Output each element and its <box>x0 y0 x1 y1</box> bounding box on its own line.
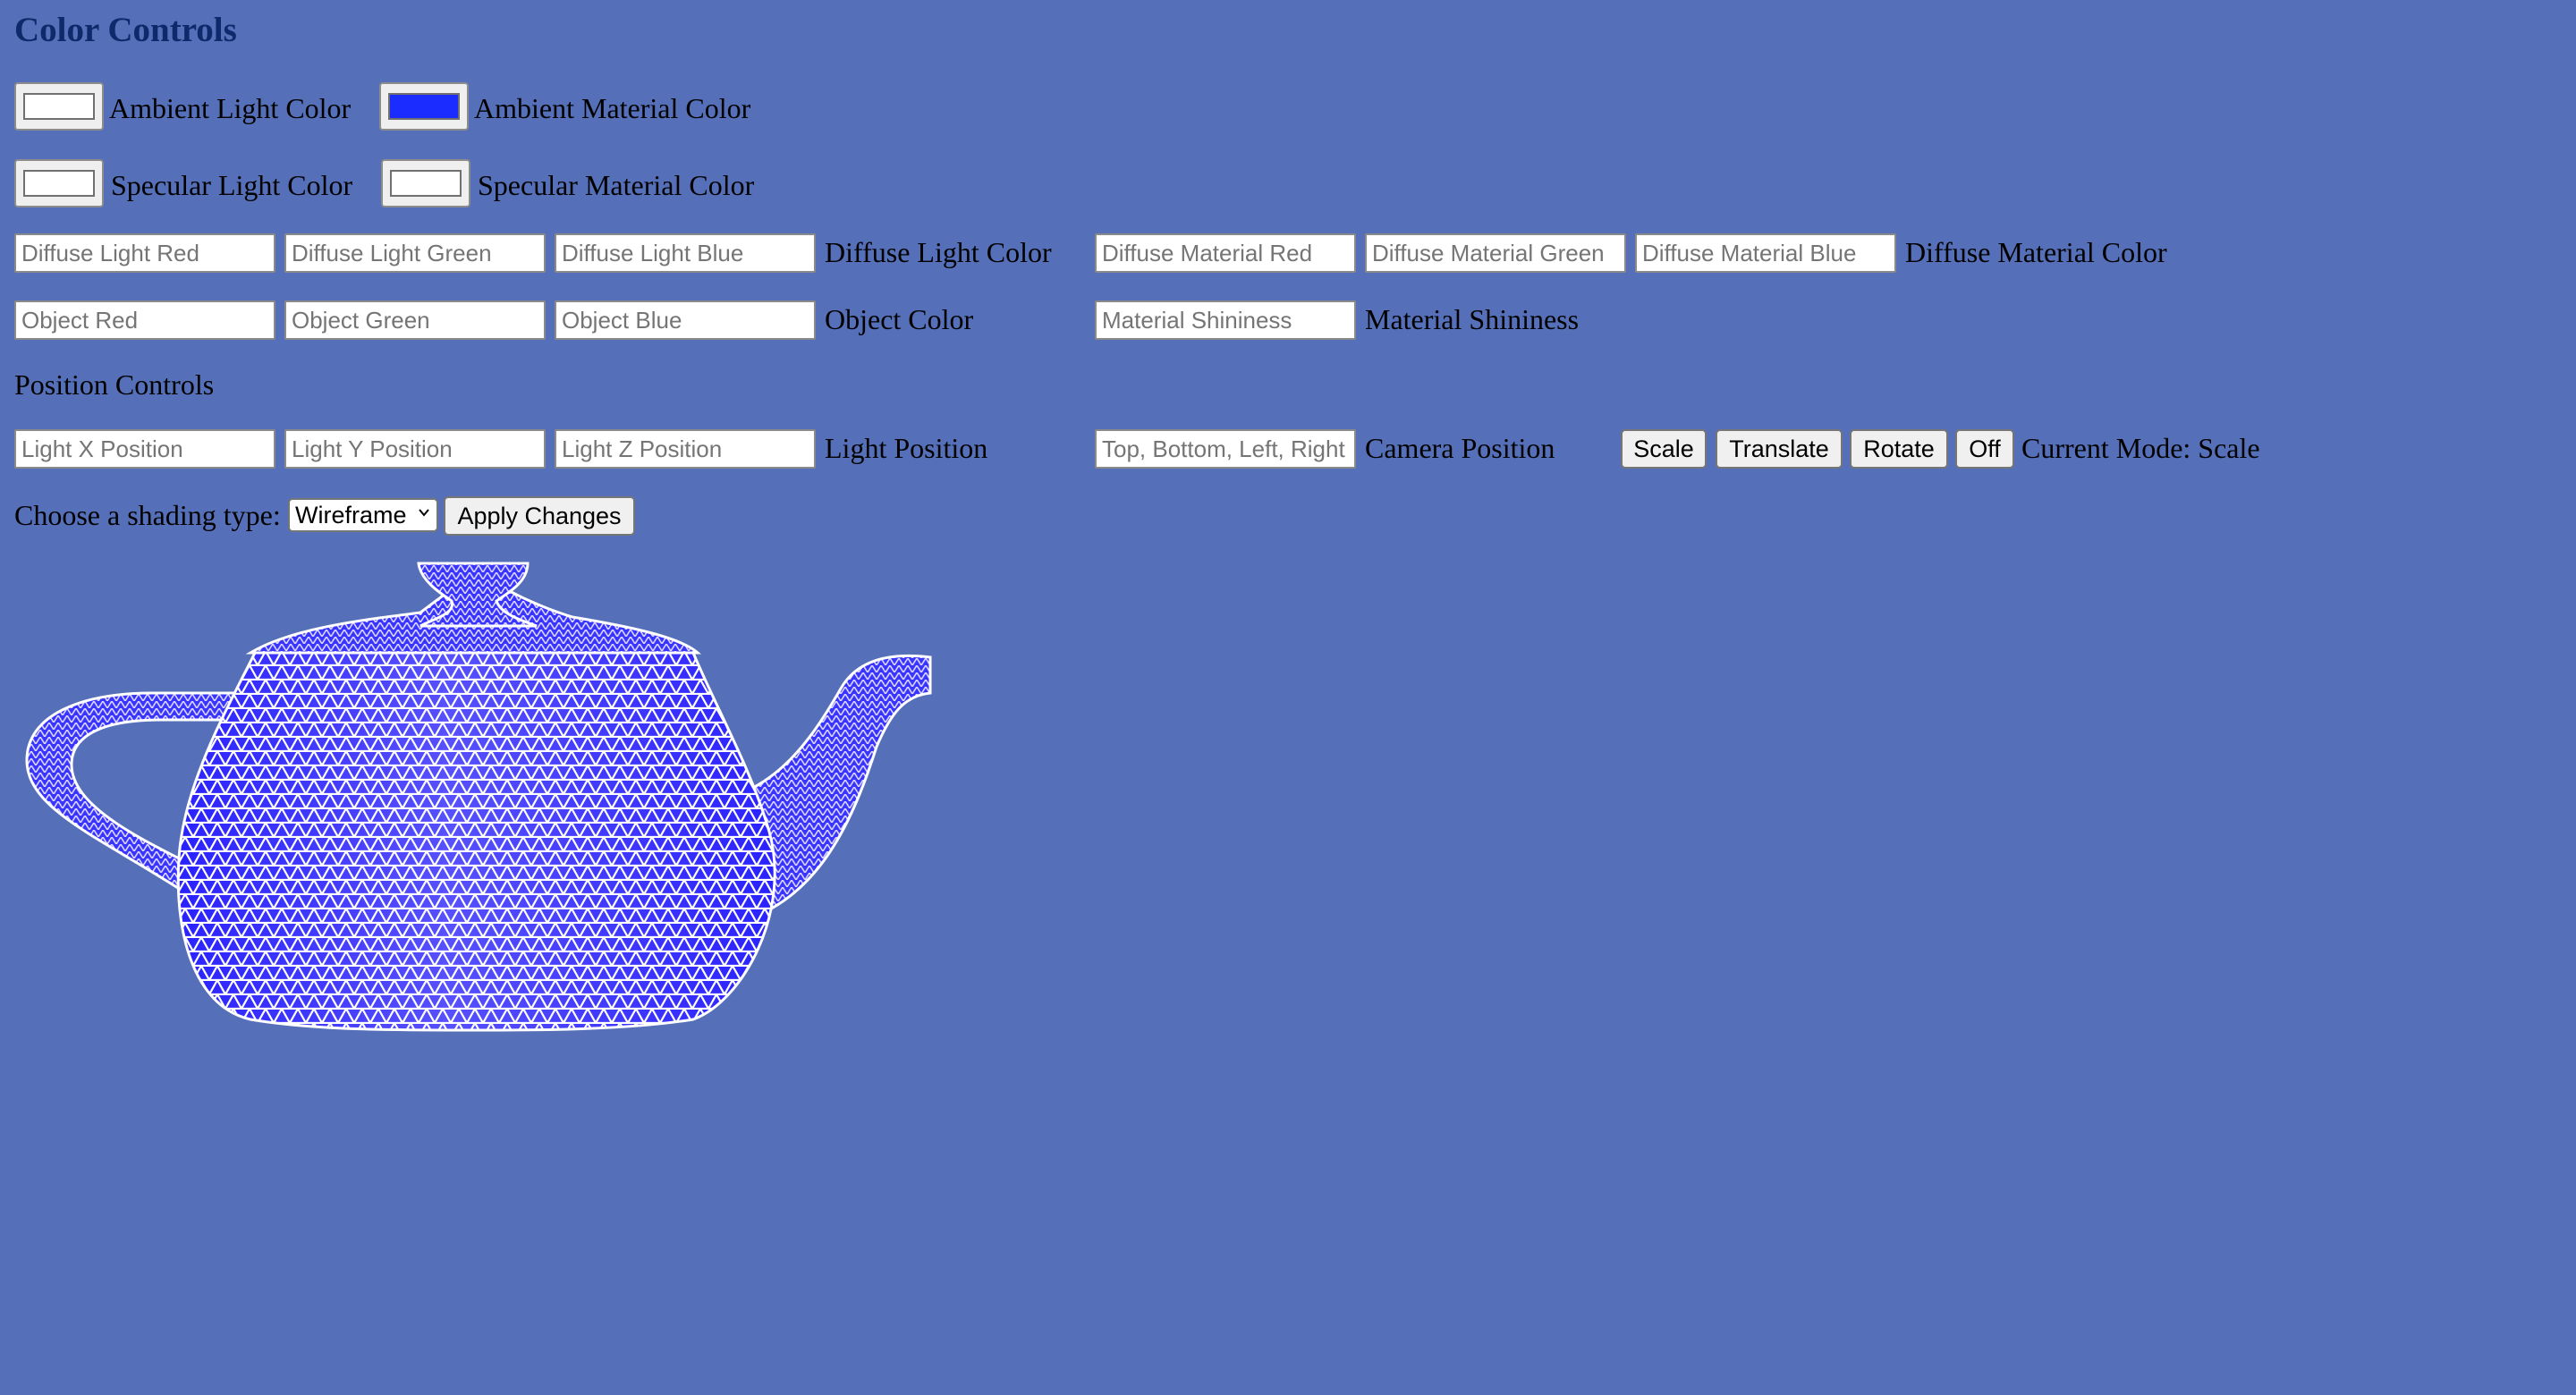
shading-type-select[interactable]: Wireframe <box>288 498 438 532</box>
scale-button[interactable]: Scale <box>1621 429 1707 469</box>
light-z-input[interactable]: Light Z Position <box>555 429 816 469</box>
specular-light-label: Specular Light Color <box>111 169 353 201</box>
camera-position-label: Camera Position <box>1365 432 1555 464</box>
diffuse-light-green-input[interactable]: Diffuse Light Green <box>284 233 546 273</box>
chevron-down-icon <box>419 509 429 517</box>
light-position-label: Light Position <box>825 432 988 464</box>
object-green-input[interactable]: Object Green <box>284 300 546 340</box>
specular-light-color-picker[interactable] <box>14 159 104 207</box>
object-color-label: Object Color <box>825 303 974 335</box>
diffuse-material-red-input[interactable]: Diffuse Material Red <box>1095 233 1356 273</box>
teapot-wireframe <box>25 562 932 1032</box>
current-mode-label: Current Mode: Scale <box>2021 432 2260 464</box>
position-controls-heading: Position Controls <box>14 368 215 401</box>
ambient-light-swatch <box>23 93 95 120</box>
apply-changes-button[interactable]: Apply Changes <box>444 496 635 536</box>
ambient-light-label: Ambient Light Color <box>109 92 352 124</box>
object-red-input[interactable]: Object Red <box>14 300 275 340</box>
diffuse-material-label: Diffuse Material Color <box>1905 236 2167 268</box>
render-canvas[interactable] <box>0 537 966 1055</box>
ambient-light-color-picker[interactable] <box>14 82 104 131</box>
object-blue-input[interactable]: Object Blue <box>555 300 816 340</box>
diffuse-light-blue-input[interactable]: Diffuse Light Blue <box>555 233 816 273</box>
color-controls-heading: Color Controls <box>14 11 237 49</box>
ambient-material-label: Ambient Material Color <box>474 92 751 124</box>
light-x-input[interactable]: Light X Position <box>14 429 275 469</box>
specular-light-swatch <box>23 170 95 197</box>
material-shininess-input[interactable]: Material Shininess <box>1095 300 1356 340</box>
rotate-button[interactable]: Rotate <box>1850 429 1948 469</box>
diffuse-material-blue-input[interactable]: Diffuse Material Blue <box>1635 233 1896 273</box>
material-shininess-label: Material Shininess <box>1365 303 1580 335</box>
off-button[interactable]: Off <box>1955 429 2014 469</box>
specular-material-label: Specular Material Color <box>478 169 755 201</box>
diffuse-light-label: Diffuse Light Color <box>825 236 1052 268</box>
shading-type-value: Wireframe <box>295 502 407 528</box>
specular-material-swatch <box>390 170 462 197</box>
specular-material-color-picker[interactable] <box>381 159 470 207</box>
ambient-material-color-picker[interactable] <box>379 82 469 131</box>
camera-position-input[interactable]: Top, Bottom, Left, Right <box>1095 429 1356 469</box>
translate-button[interactable]: Translate <box>1716 429 1843 469</box>
diffuse-material-green-input[interactable]: Diffuse Material Green <box>1365 233 1626 273</box>
ambient-material-swatch <box>388 93 460 120</box>
diffuse-light-red-input[interactable]: Diffuse Light Red <box>14 233 275 273</box>
shading-type-label: Choose a shading type: <box>14 499 281 531</box>
light-y-input[interactable]: Light Y Position <box>284 429 546 469</box>
